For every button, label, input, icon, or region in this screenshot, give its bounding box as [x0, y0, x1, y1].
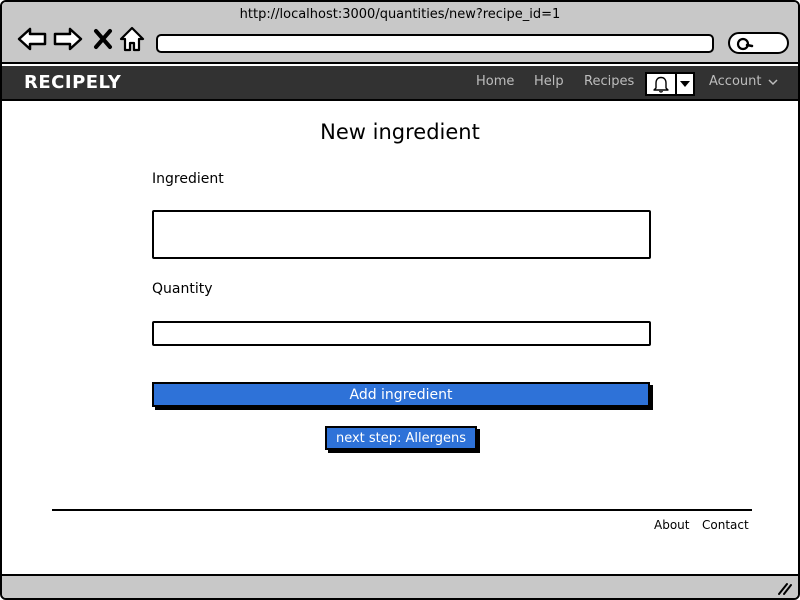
quantity-input[interactable] [152, 321, 651, 346]
nav-link-recipes[interactable]: Recipes [584, 74, 634, 89]
back-button[interactable] [16, 24, 48, 54]
app-navbar: RECIPELY Home Help Recipes Account [2, 66, 798, 101]
chevron-down-icon [767, 78, 778, 85]
bell-icon [653, 76, 669, 93]
page-title: New ingredient [320, 120, 480, 144]
address-bar[interactable] [156, 34, 714, 53]
browser-search-field[interactable] [728, 32, 789, 54]
nav-link-home[interactable]: Home [476, 74, 514, 89]
forward-button[interactable] [52, 24, 84, 54]
page-url: http://localhost:3000/quantities/new?rec… [239, 7, 561, 22]
notifications-button[interactable] [645, 72, 677, 96]
search-icon [736, 37, 754, 51]
nav-link-help[interactable]: Help [534, 74, 564, 89]
resize-grip-icon[interactable] [776, 581, 792, 595]
notifications-dropdown-toggle[interactable] [677, 72, 695, 96]
browser-status-bar [2, 574, 798, 598]
footer-link-contact[interactable]: Contact [702, 518, 749, 532]
quantity-label: Quantity [152, 281, 213, 297]
brand-logo[interactable]: RECIPELY [24, 72, 121, 93]
forward-arrow-icon [53, 27, 83, 51]
browser-window: http://localhost:3000/quantities/new?rec… [0, 0, 800, 600]
home-icon [119, 26, 145, 52]
ingredient-label: Ingredient [152, 171, 224, 187]
account-menu[interactable]: Account [709, 74, 778, 89]
account-label: Account [709, 74, 762, 89]
caret-down-icon [680, 81, 690, 87]
next-step-allergens-button[interactable]: next step: Allergens [325, 426, 477, 450]
back-arrow-icon [17, 27, 47, 51]
footer-divider [52, 509, 752, 511]
ingredient-input[interactable] [152, 210, 651, 259]
add-ingredient-button[interactable]: Add ingredient [152, 382, 650, 407]
footer-link-about[interactable]: About [654, 518, 689, 532]
browser-chrome: http://localhost:3000/quantities/new?rec… [2, 2, 798, 64]
close-x-icon [94, 29, 112, 49]
stop-button[interactable] [92, 24, 114, 54]
home-button[interactable] [118, 24, 146, 54]
